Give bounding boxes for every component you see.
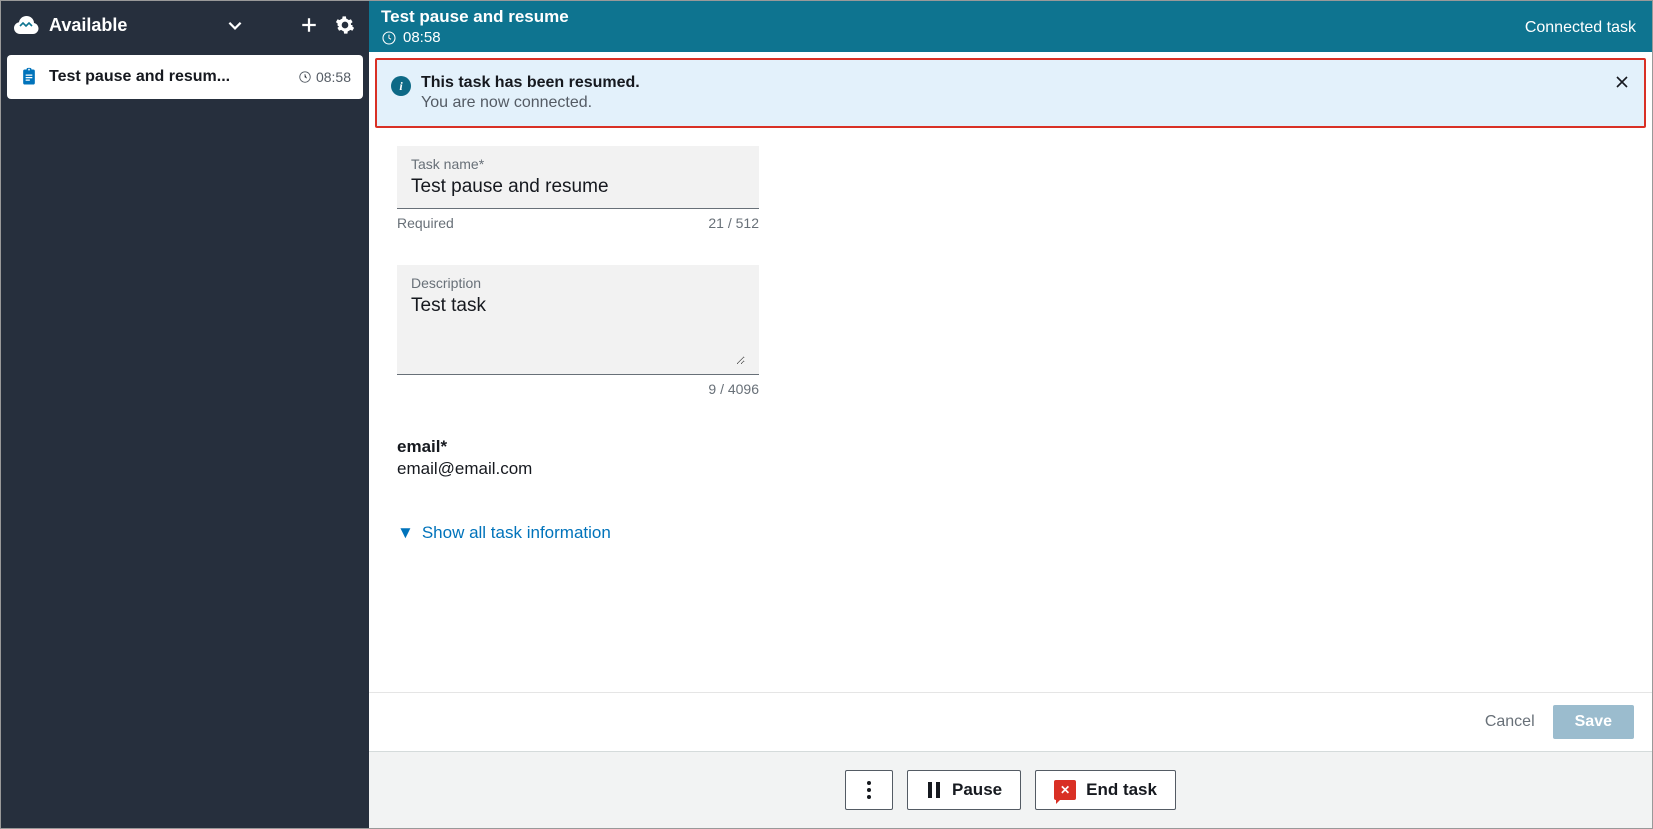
description-input[interactable] [411,295,745,365]
gear-icon [335,15,355,35]
chevron-down-icon [226,16,244,34]
header-bar: Test pause and resume 08:58 Connected ta… [369,1,1652,52]
description-helper: 9 / 4096 [397,381,759,397]
save-button[interactable]: Save [1553,705,1634,739]
connection-status: Connected task [1525,19,1636,37]
resume-alert: i This task has been resumed. You are no… [375,58,1646,128]
save-bar: Cancel Save [369,692,1652,751]
show-all-text: Show all task information [422,523,611,543]
end-task-button[interactable]: ✕ End task [1035,770,1176,810]
cancel-button[interactable]: Cancel [1485,713,1535,731]
action-bar: Pause ✕ End task [369,751,1652,828]
task-name-counter: 21 / 512 [708,215,759,231]
header-time: 08:58 [381,29,569,46]
required-text: Required [397,215,454,231]
email-label: email* [397,437,1624,457]
task-card-title: Test pause and resum... [49,68,288,86]
alert-close-button[interactable] [1610,70,1634,94]
header-time-text: 08:58 [403,29,441,46]
clock-icon [298,70,312,84]
end-task-icon: ✕ [1054,780,1076,800]
pause-label: Pause [952,780,1002,800]
description-counter: 9 / 4096 [708,381,759,397]
task-card[interactable]: Test pause and resum... 08:58 [7,55,363,99]
agent-status: Available [49,15,213,36]
clipboard-icon [19,67,39,87]
clock-icon [381,30,397,46]
alert-title: This task has been resumed. [421,74,1600,92]
sidebar: Available Test pause and resum... 08:58 [1,1,369,828]
email-value: email@email.com [397,459,1624,479]
pause-icon [926,781,942,799]
close-icon [1614,74,1630,90]
triangle-down-icon: ▼ [397,523,414,543]
form-area: Task name* Required 21 / 512 Description… [369,128,1652,692]
description-field[interactable]: Description [397,265,759,375]
sidebar-header: Available [1,1,369,49]
alert-body: You are now connected. [421,94,1600,112]
cloud-icon [11,13,41,37]
task-name-helper: Required 21 / 512 [397,215,759,231]
show-all-link[interactable]: ▼ Show all task information [397,523,1624,543]
page-title: Test pause and resume [381,7,569,27]
kebab-icon [866,780,872,800]
add-button[interactable] [295,11,323,39]
task-name-label: Task name* [411,156,745,172]
main-panel: Test pause and resume 08:58 Connected ta… [369,1,1652,828]
task-card-time: 08:58 [298,69,351,85]
plus-icon [300,16,318,34]
settings-button[interactable] [331,11,359,39]
task-card-time-text: 08:58 [316,69,351,85]
pause-button[interactable]: Pause [907,770,1021,810]
more-actions-button[interactable] [845,770,893,810]
info-icon: i [391,76,411,96]
end-task-label: End task [1086,780,1157,800]
status-dropdown[interactable] [221,11,249,39]
task-name-field[interactable]: Task name* [397,146,759,209]
description-label: Description [411,275,745,291]
task-name-input[interactable] [411,176,745,198]
